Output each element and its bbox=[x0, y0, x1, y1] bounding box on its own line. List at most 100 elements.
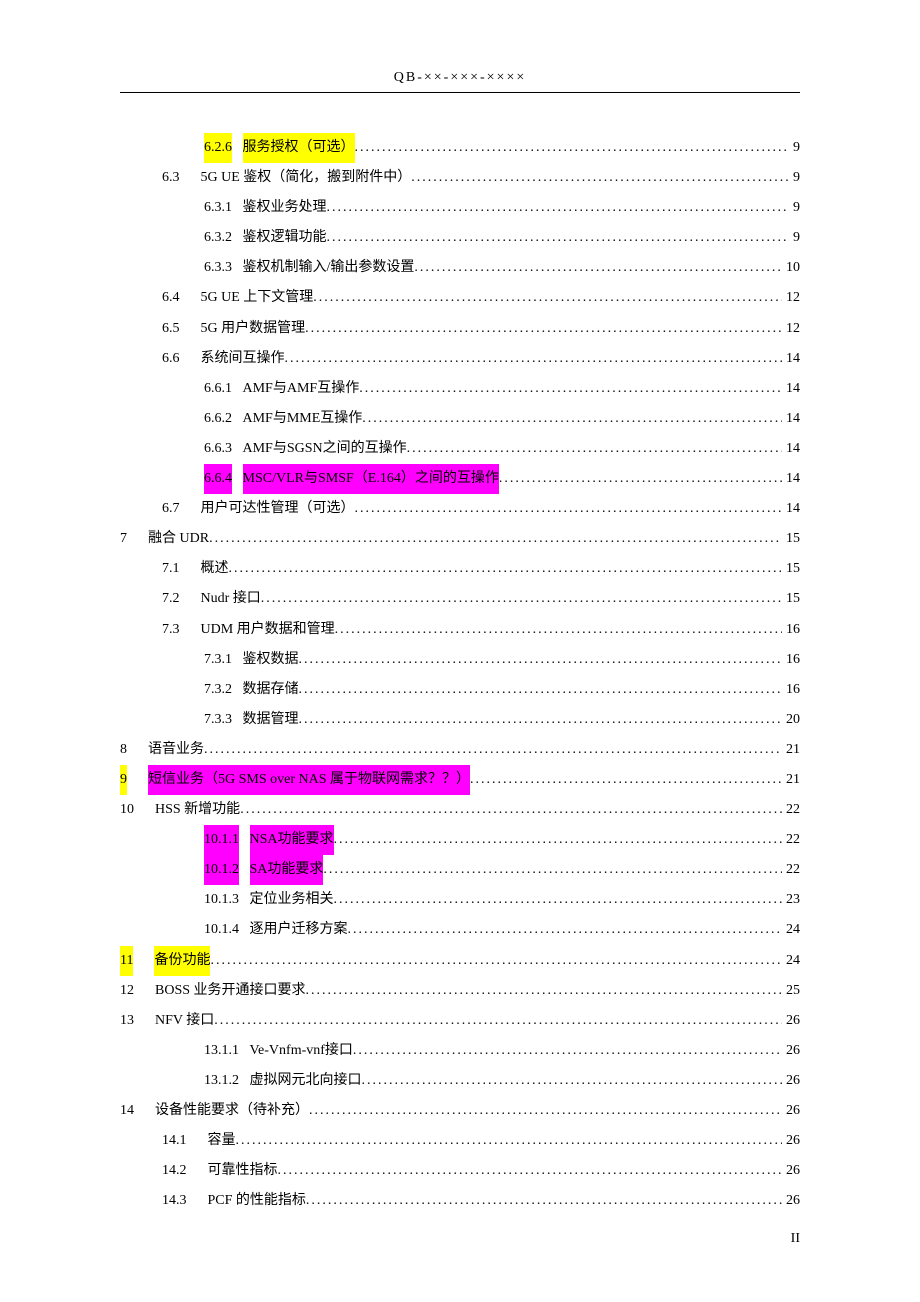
toc-entry-number: 8 bbox=[120, 735, 127, 765]
toc-leader bbox=[278, 1156, 783, 1186]
toc-leader bbox=[305, 314, 782, 344]
toc-entry-number: 7.3.1 bbox=[204, 645, 232, 675]
toc-entry-title: 备份功能 bbox=[154, 946, 210, 976]
toc-leader bbox=[359, 374, 782, 404]
toc-leader bbox=[411, 163, 789, 193]
toc-entry-title: 融合 UDR bbox=[148, 524, 209, 554]
toc-entry-title: 可靠性指标 bbox=[208, 1156, 278, 1186]
toc-entry-title: Ve-Vnfm-vnf接口 bbox=[250, 1036, 353, 1066]
toc-entry-title: 短信业务（5G SMS over NAS 属于物联网需求？？） bbox=[148, 765, 470, 795]
toc-entry: 13.1.1 Ve-Vnfm-vnf接口 26 bbox=[120, 1036, 800, 1066]
toc-entry-page: 22 bbox=[782, 795, 800, 825]
toc-entry-number: 7.2 bbox=[162, 584, 180, 614]
toc-entry-page: 20 bbox=[782, 705, 800, 735]
toc-entry-number: 6.3.3 bbox=[204, 253, 232, 283]
toc-entry-title: 定位业务相关 bbox=[250, 885, 334, 915]
toc-entry: 13 NFV 接口 26 bbox=[120, 1006, 800, 1036]
toc-entry-number: 13 bbox=[120, 1006, 134, 1036]
toc-entry-page: 16 bbox=[782, 615, 800, 645]
toc-leader bbox=[306, 976, 782, 1006]
toc-entry-title: 设备性能要求（待补充） bbox=[155, 1096, 309, 1126]
toc-entry-title: AMF与AMF互操作 bbox=[243, 374, 360, 404]
toc-entry-number: 6.7 bbox=[162, 494, 180, 524]
toc-entry-number: 9 bbox=[120, 765, 127, 795]
toc-leader bbox=[355, 494, 783, 524]
toc-entry-page: 15 bbox=[782, 584, 800, 614]
toc-entry-title: AMF与MME互操作 bbox=[243, 404, 363, 434]
toc-entry-title: 虚拟网元北向接口 bbox=[250, 1066, 362, 1096]
toc-entry-number: 7.3 bbox=[162, 615, 180, 645]
toc-entry-number: 14.3 bbox=[162, 1186, 187, 1216]
toc-entry-number: 14.2 bbox=[162, 1156, 187, 1186]
toc-entry-number: 10.1.3 bbox=[204, 885, 239, 915]
toc-entry: 14 设备性能要求（待补充） 26 bbox=[120, 1096, 800, 1126]
toc-entry-title: 数据存储 bbox=[243, 675, 299, 705]
toc-leader bbox=[334, 825, 782, 855]
toc-leader bbox=[414, 253, 782, 283]
toc-entry: 7.1 概述 15 bbox=[120, 554, 800, 584]
toc-entry-page: 26 bbox=[782, 1156, 800, 1186]
toc-entry-page: 16 bbox=[782, 645, 800, 675]
toc-leader bbox=[229, 554, 783, 584]
toc-entry-number: 6.6.4 bbox=[204, 464, 232, 494]
toc-entry-page: 14 bbox=[782, 404, 800, 434]
toc-entry-page: 15 bbox=[782, 524, 800, 554]
toc-entry-title: 鉴权逻辑功能 bbox=[243, 223, 327, 253]
toc-entry-page: 26 bbox=[782, 1096, 800, 1126]
toc-entry-number: 13.1.1 bbox=[204, 1036, 239, 1066]
toc-entry: 6.4 5G UE 上下文管理 12 bbox=[120, 283, 800, 313]
toc-entry: 6.3.1 鉴权业务处理 9 bbox=[120, 193, 800, 223]
toc-entry-page: 16 bbox=[782, 675, 800, 705]
toc-entry-page: 14 bbox=[782, 464, 800, 494]
toc-leader bbox=[327, 223, 790, 253]
toc-entry-page: 22 bbox=[782, 825, 800, 855]
toc-leader bbox=[204, 735, 782, 765]
toc-entry-title: SA功能要求 bbox=[250, 855, 324, 885]
toc-entry-page: 26 bbox=[782, 1186, 800, 1216]
toc-entry: 7.3.3 数据管理 20 bbox=[120, 705, 800, 735]
toc-entry-title: PCF 的性能指标 bbox=[208, 1186, 306, 1216]
toc-entry-page: 9 bbox=[789, 193, 800, 223]
toc-entry-number: 7.1 bbox=[162, 554, 180, 584]
toc-entry-title: 语音业务 bbox=[148, 735, 204, 765]
toc-entry-number: 7 bbox=[120, 524, 127, 554]
toc-entry-title: 逐用户迁移方案 bbox=[250, 915, 348, 945]
toc-entry-title: HSS 新增功能 bbox=[155, 795, 240, 825]
toc-entry: 6.6.1 AMF与AMF互操作 14 bbox=[120, 374, 800, 404]
page-number: II bbox=[791, 1231, 800, 1247]
toc-entry: 10 HSS 新增功能 22 bbox=[120, 795, 800, 825]
toc-entry: 10.1.1 NSA功能要求 22 bbox=[120, 825, 800, 855]
toc-entry-title: 用户可达性管理（可选） bbox=[201, 494, 355, 524]
toc-leader bbox=[470, 765, 782, 795]
toc-entry-title: 数据管理 bbox=[243, 705, 299, 735]
toc-entry: 9 短信业务（5G SMS over NAS 属于物联网需求？？） 21 bbox=[120, 765, 800, 795]
toc-leader bbox=[240, 795, 782, 825]
toc-entry-title: NFV 接口 bbox=[155, 1006, 214, 1036]
toc-entry: 10.1.3 定位业务相关 23 bbox=[120, 885, 800, 915]
toc-entry: 6.2.6 服务授权（可选） 9 bbox=[120, 133, 800, 163]
toc-entry-page: 24 bbox=[782, 915, 800, 945]
toc-entry-title: 鉴权机制输入/输出参数设置 bbox=[243, 253, 415, 283]
toc-entry-page: 22 bbox=[782, 855, 800, 885]
toc-entry-number: 7.3.2 bbox=[204, 675, 232, 705]
toc-entry-number: 14 bbox=[120, 1096, 134, 1126]
toc-entry-number: 6.6.1 bbox=[204, 374, 232, 404]
toc-entry-page: 9 bbox=[789, 163, 800, 193]
toc-entry-number: 6.6.2 bbox=[204, 404, 232, 434]
toc-entry-number: 6.3.2 bbox=[204, 223, 232, 253]
document-page: QB-××-×××-×××× 6.2.6 服务授权（可选） 96.3 5G UE… bbox=[0, 0, 920, 1302]
toc-leader bbox=[362, 1066, 783, 1096]
toc-entry: 12 BOSS 业务开通接口要求 25 bbox=[120, 976, 800, 1006]
toc-leader bbox=[285, 344, 783, 374]
toc-entry-page: 12 bbox=[782, 283, 800, 313]
toc-entry-page: 15 bbox=[782, 554, 800, 584]
toc-entry: 6.6.2 AMF与MME互操作 14 bbox=[120, 404, 800, 434]
toc-entry-title: 服务授权（可选） bbox=[243, 133, 355, 163]
toc-entry-title: 容量 bbox=[208, 1126, 236, 1156]
toc-entry-page: 14 bbox=[782, 344, 800, 374]
toc-entry: 6.5 5G 用户数据管理 12 bbox=[120, 314, 800, 344]
toc-entry-page: 14 bbox=[782, 494, 800, 524]
toc-entry-number: 11 bbox=[120, 946, 133, 976]
toc-leader bbox=[335, 615, 782, 645]
toc-leader bbox=[499, 464, 782, 494]
